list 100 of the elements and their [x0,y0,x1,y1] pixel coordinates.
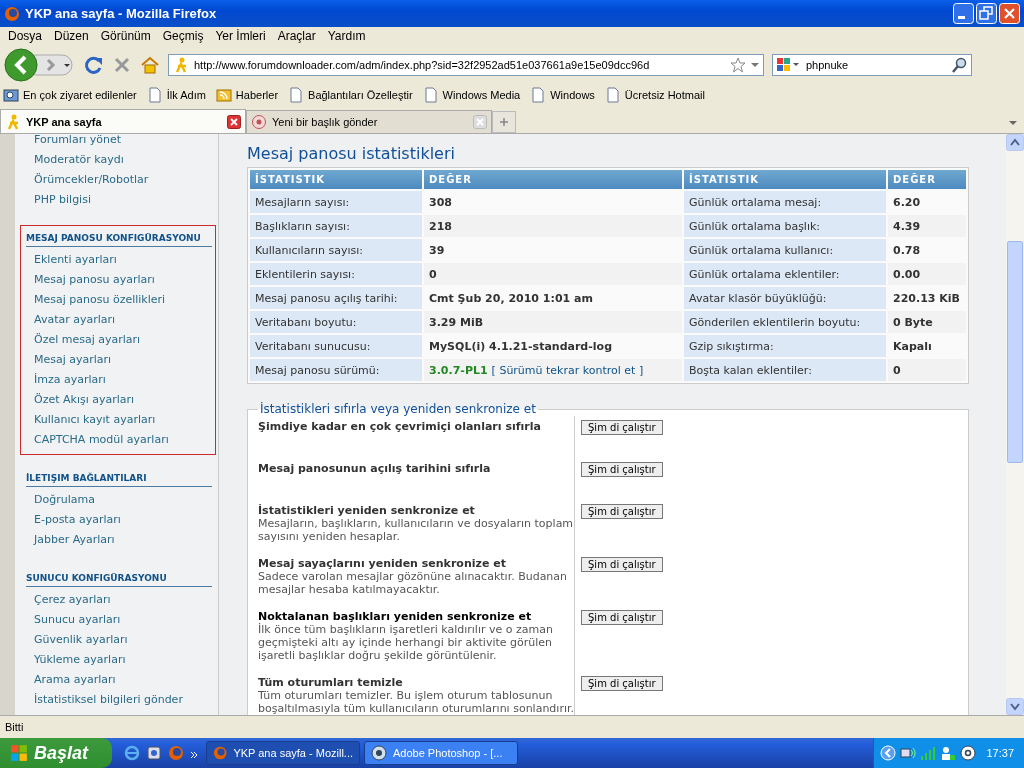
menu-item[interactable]: Görünüm [94,29,157,43]
menu-item[interactable]: Geçmiş [156,29,210,43]
sidebar-link[interactable]: Jabber Ayarları [21,530,215,550]
run-now-button[interactable]: Şim di çalıştır [581,504,663,519]
menu-item[interactable]: Araçlar [271,29,322,43]
back-forward-button[interactable] [4,48,76,82]
sidebar-link[interactable]: İstatistiksel bilgileri gönder [21,690,215,710]
taskbar-button[interactable]: Adobe Photoshop - [... [364,741,518,765]
sidebar-link[interactable]: Doğrulama [21,490,215,510]
sidebar-link[interactable]: Örümcekler/Robotlar [21,170,215,190]
dropdown-icon[interactable] [751,61,759,69]
section-title: Mesaj panosu istatistikleri [247,144,456,163]
menu-item[interactable]: Düzen [48,29,95,43]
restore-button[interactable] [976,3,997,24]
table-cell: Eklentilerin sayısı: [250,263,422,285]
scroll-up-icon[interactable] [1006,134,1024,151]
scroll-down-icon[interactable] [1006,698,1024,715]
browser-icon[interactable] [124,745,140,761]
sidebar-link[interactable]: Arama ayarları [21,670,215,690]
network-icon[interactable] [900,745,917,761]
start-button[interactable]: Başlat [0,738,112,768]
table-cell: Veritabanı boyutu: [250,311,422,333]
bookmark-item[interactable]: Bağlantıları Özelleştir [288,87,413,103]
action-title: İstatistikleri yeniden senkronize et [258,504,476,517]
run-now-button[interactable]: Şim di çalıştır [581,676,663,691]
sidebar-link[interactable]: Özel mesaj ayarları [21,330,215,350]
sidebar-link[interactable]: E-posta ayarları [21,510,215,530]
feed-icon [215,87,232,103]
run-now-button[interactable]: Şim di çalıştır [581,462,663,477]
run-now-button[interactable]: Şim di çalıştır [581,557,663,572]
sidebar-link[interactable]: PHP bilgisi [21,190,215,210]
sidebar-link[interactable]: Mesaj ayarları [21,350,215,370]
sidebar-link[interactable]: Sunucu ayarları [21,610,215,630]
table-cell: Mesaj panosu sürümü: [250,359,422,381]
home-icon[interactable] [140,55,160,75]
sidebar-link[interactable]: Güvenlik ayarları [21,630,215,650]
sidebar-link[interactable]: Avatar ayarları [21,310,215,330]
minimize-button[interactable] [953,3,974,24]
run-now-button[interactable]: Şim di çalıştır [581,420,663,435]
bookmark-item[interactable]: En çok ziyaret edilenler [3,87,137,103]
run-now-button[interactable]: Şim di çalıştır [581,610,663,625]
menu-item[interactable]: Yardım [321,29,372,43]
more-icon[interactable] [190,751,198,759]
close-icon[interactable] [227,114,241,129]
sidebar-link[interactable]: Forumları yönet [21,134,215,150]
window-title: YKP ana sayfa - Mozilla Firefox [25,6,218,21]
page-icon [530,87,547,103]
table-cell: 218 [429,219,452,233]
sidebar-link[interactable]: İmza ayarları [21,370,215,390]
search-icon[interactable] [952,57,968,73]
sidebar-link[interactable]: Özet Akışı ayarları [21,390,215,410]
bookmark-item[interactable]: İlk Adım [146,87,206,103]
bookmark-item[interactable]: Windows Media [422,87,521,103]
scrollbar[interactable] [1006,134,1024,715]
sidebar-link[interactable]: Mesaj panosu ayarları [21,270,215,290]
table-cell: MySQL(i) 4.1.21-standard-log [429,339,612,353]
windows-logo-icon [10,744,28,762]
menu-item[interactable]: Yer İmleri [209,29,272,43]
sidebar-link[interactable]: Moderatör kaydı [21,150,215,170]
table-cell: Günlük ortalama mesaj: [684,191,886,213]
stop-icon[interactable] [112,55,132,75]
table-cell: Başlıkların sayısı: [250,215,422,237]
column-header: DEĞER [424,170,682,189]
table-cell: 4.39 [888,215,966,237]
table-cell: Boşta kalan eklentiler: [684,359,886,381]
sidebar-heading: SUNUCU KONFIGÜRASYONU [26,572,212,587]
browser-tab[interactable]: Yeni bir başlık gönder [246,110,492,133]
bookmark-item[interactable]: Windows [530,87,595,103]
star-icon[interactable] [730,57,746,73]
browser-tab[interactable]: YKP ana sayfa [0,109,246,133]
close-button[interactable] [999,3,1020,24]
page-icon [288,87,305,103]
search-field[interactable]: phpnuke [772,54,972,76]
sidebar-link[interactable]: Eklenti ayarları [21,250,215,270]
sidebar-link[interactable]: Yükleme ayarları [21,650,215,670]
sidebar-link[interactable]: Kullanıcı kayıt ayarları [21,410,215,430]
search-engine-icon[interactable] [776,57,800,73]
sidebar-link[interactable]: CAPTCHA modül ayarları [21,430,215,450]
firefox-icon[interactable] [168,745,184,761]
table-cell: Gönderilen eklentilerin boyutu: [684,311,886,333]
sidebar-link[interactable]: Mesaj panosu özellikleri [21,290,215,310]
table-cell: 0.00 [888,263,966,285]
bookmark-item[interactable]: Haberler [215,87,279,103]
sidebar-link[interactable]: Çerez ayarları [21,590,215,610]
action-description: İlk önce tüm başlıkların işaretleri kaldırılır ve o zaman geçmişteki altı ay içinde herhangi bir aktivite görülen işaretli başlıklar doğru şekilde görüntülenir. [258,623,554,662]
reload-icon[interactable] [84,55,104,75]
expand-icon[interactable] [880,745,897,761]
address-field[interactable]: http://www.forumdownloader.com/adm/index.php?sid=32f2952ad51e037661a9e15e09dcc96d [168,54,764,76]
action-description: Tüm oturumları temizler. Bu işlem oturum tablosunun boşaltılmasıyla tüm kullanıcıların oturumlarını sonlandırır. [258,689,574,715]
panel-legend: İstatistikleri sıfırla veya yeniden senkronize et [258,402,538,416]
table-cell: 308 [429,195,452,209]
taskbar-button[interactable]: YKP ana sayfa - Mozill... [206,741,360,765]
column-header: DEĞER [888,170,966,189]
check-version-link[interactable]: [ Sürümü tekrar kontrol et ] [491,363,644,377]
menu-item[interactable]: Dosya [2,29,48,43]
bookmark-item[interactable]: Ücretsiz Hotmail [604,87,705,103]
table-cell: Gzip sıkıştırma: [684,335,886,357]
person-icon [5,113,21,130]
action-title: Şimdiye kadar en çok çevrimiçi olanları sıfırla [258,420,542,433]
table-cell: Günlük ortalama eklentiler: [684,263,886,285]
